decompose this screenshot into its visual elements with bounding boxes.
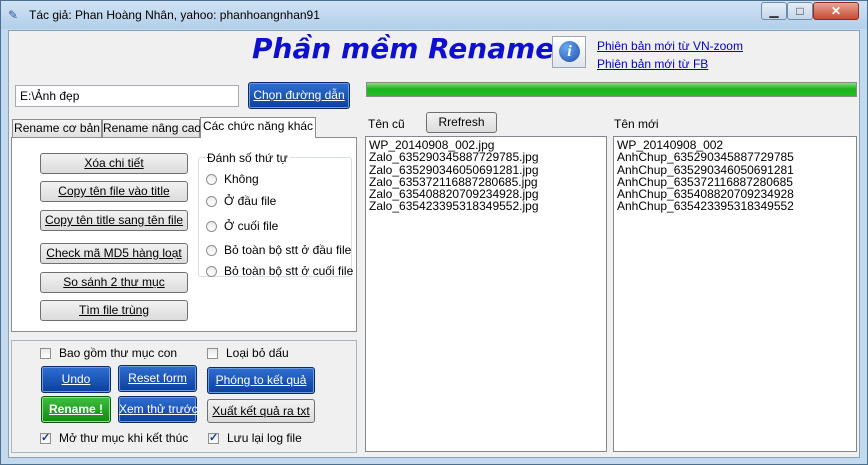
progress-bar [366,82,857,97]
tab-other-functions[interactable]: Các chức năng khác [200,117,316,138]
app-title: Phần mềm Rename [252,32,555,65]
copy-filename-to-title-button[interactable]: Copy tên file vào title [40,181,188,202]
find-duplicates-button[interactable]: Tìm file trùng [40,300,188,321]
new-names-label: Tên mới [614,117,659,131]
choose-path-button[interactable]: Chọn đường dẫn [248,82,350,109]
check-md5-button[interactable]: Check mã MD5 hàng loạt [40,243,188,264]
reset-form-button[interactable]: Reset form [118,365,197,392]
old-names-list[interactable]: WP_20140908_002.jpg Zalo_635290345887729… [365,136,607,452]
new-names-list[interactable]: WP_20140908_002 AnhChup_6352903458877297… [613,136,857,452]
radio-remove-prefix[interactable]: Bỏ toàn bộ stt ở đầu file [206,243,351,259]
title-bar[interactable]: ✎ Tác giả: Phan Hoàng Nhân, yahoo: phanh… [1,1,867,29]
radio-circle [206,266,217,277]
progress-fill [367,83,856,96]
copy-title-to-filename-button[interactable]: Copy tên title sang tên file [40,210,188,231]
radio-circle [206,174,217,185]
clear-details-button[interactable]: Xóa chi tiết [40,153,188,174]
open-folder-checkbox[interactable]: Mở thư mục khi kết thúc [40,431,188,445]
list-item[interactable]: Zalo_635423395318349552.jpg [369,200,603,213]
remove-accents-checkbox[interactable]: Loại bỏ dấu [207,346,289,360]
path-input[interactable] [15,85,239,107]
radio-remove-suffix[interactable]: Bỏ toàn bộ stt ở cuối file [206,264,353,280]
radio-suffix[interactable]: Ở cuối file [206,219,278,235]
minimize-button[interactable]: ▁ [761,2,787,20]
tab-rename-advanced[interactable]: Rename nâng cao [102,119,201,137]
radio-circle [206,196,217,207]
tab-rename-basic[interactable]: Rename cơ bản [12,119,102,137]
close-button[interactable]: ✕ [813,2,859,20]
numbering-legend: Đánh số thứ tự [205,151,290,165]
checkbox-box [40,348,51,359]
undo-button[interactable]: Undo [41,366,111,393]
maximize-button[interactable]: □ [787,2,813,20]
old-names-label: Tên cũ [368,117,405,131]
checkbox-box [208,431,219,444]
radio-circle [206,245,217,256]
refresh-button[interactable]: Rrefresh [426,112,497,133]
zoom-result-button[interactable]: Phóng to kết quả [207,367,315,394]
checkbox-box [40,431,51,444]
app-icon: ✎ [8,8,19,22]
window-title: Tác giả: Phan Hoàng Nhân, yahoo: phanhoa… [29,8,320,22]
link-facebook[interactable]: Phiên bản mới từ FB [597,57,708,71]
radio-none[interactable]: Không [206,172,259,188]
preview-button[interactable]: Xem thử trước [118,396,198,423]
save-log-checkbox[interactable]: Lưu lại log file [208,431,302,445]
rename-button[interactable]: Rename ! [41,396,111,423]
checkbox-box [207,348,218,359]
list-item[interactable]: AnhChup_635423395318349552 [617,200,853,213]
include-subfolders-checkbox[interactable]: Bao gồm thư mục con [40,346,177,360]
list-item[interactable]: Zalo_635290345887729785.jpg [369,151,603,164]
export-txt-button[interactable]: Xuất kết quả ra txt [207,399,315,423]
radio-prefix[interactable]: Ở đầu file [206,194,276,210]
info-button[interactable]: i [552,36,586,68]
link-vn-zoom[interactable]: Phiên bản mới từ VN-zoom [597,39,743,53]
radio-circle [206,221,217,232]
compare-folders-button[interactable]: So sánh 2 thư mục [40,272,188,293]
info-icon: i [559,41,580,62]
list-item[interactable]: AnhChup_635290345887729785 [617,151,853,164]
